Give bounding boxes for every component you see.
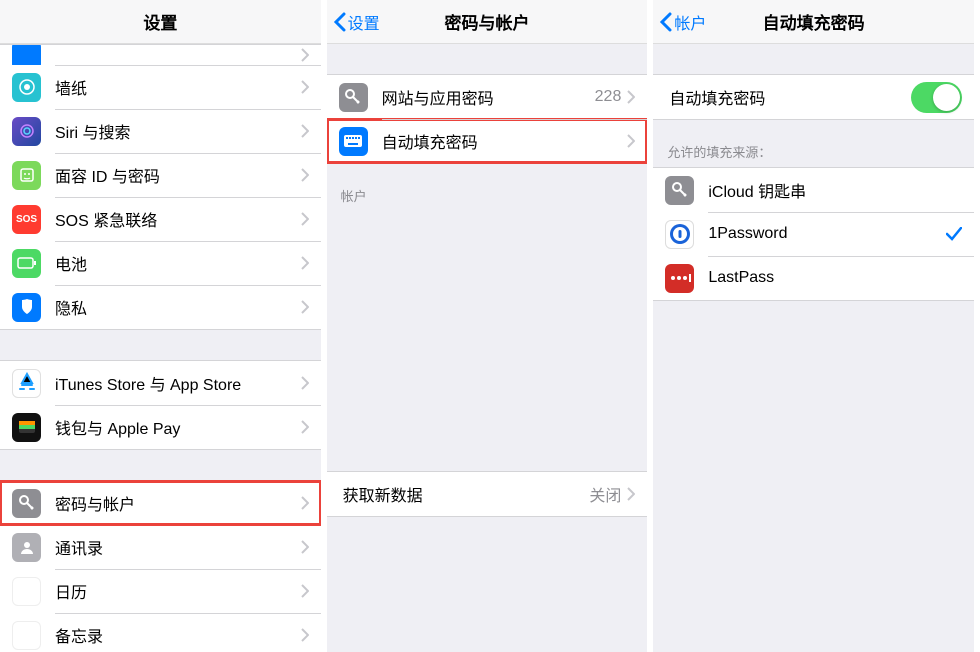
row-label: 电池 (55, 251, 301, 275)
wallet-icon (12, 413, 41, 442)
back-button[interactable]: 设置 (333, 10, 380, 34)
row-label: 日历 (55, 579, 301, 603)
row-label: 墙纸 (55, 75, 301, 99)
chevron-right-icon (301, 212, 309, 226)
navbar-settings: 设置 (0, 0, 321, 44)
row-sos[interactable]: SOS SOS 紧急联络 (0, 197, 321, 241)
sos-icon: SOS (12, 205, 41, 234)
row-provider-1password[interactable]: 1Password (653, 212, 974, 256)
row-wallpaper[interactable]: 墙纸 (0, 65, 321, 109)
wallpaper-icon (12, 73, 41, 102)
key-icon (665, 176, 694, 205)
group-autofill-toggle: 自动填充密码 (653, 74, 974, 120)
row-label: Siri 与搜索 (55, 119, 301, 143)
toggle-label: 自动填充密码 (669, 85, 911, 109)
row-autofill-toggle: 自动填充密码 (653, 75, 974, 119)
row-privacy[interactable]: 隐私 (0, 285, 321, 329)
privacy-icon (12, 293, 41, 322)
accounts-section-header: 帐户 (327, 164, 648, 211)
page-title: 密码与帐户 (445, 9, 530, 34)
row-contacts[interactable]: 通讯录 (0, 525, 321, 569)
group-password-options: 网站与应用密码 228 自动填充密码 (327, 74, 648, 164)
chevron-right-icon (301, 124, 309, 138)
lastpass-icon (665, 264, 694, 293)
appstore-icon (12, 369, 41, 398)
row-battery[interactable]: 电池 (0, 241, 321, 285)
row-label: 面容 ID 与密码 (55, 163, 301, 187)
row-passwords-accounts[interactable]: 密码与帐户 (0, 481, 321, 525)
chevron-right-icon (627, 134, 635, 148)
row-calendar[interactable]: 日历 (0, 569, 321, 613)
calendar-icon (12, 577, 41, 606)
chevron-right-icon (301, 628, 309, 642)
group-general: 墙纸 Siri 与搜索 面容 ID 与密码 SOS SOS 紧急联络 (0, 44, 321, 330)
faceid-icon (12, 161, 41, 190)
page-title: 设置 (143, 9, 177, 34)
row-fetch-data[interactable]: 获取新数据 关闭 (327, 472, 648, 516)
chevron-right-icon (301, 300, 309, 314)
group-fetch: 获取新数据 关闭 (327, 471, 648, 517)
row-itunes[interactable]: iTunes Store 与 App Store (0, 361, 321, 405)
chevron-right-icon (301, 584, 309, 598)
chevron-right-icon (301, 48, 309, 62)
group-accounts: 密码与帐户 通讯录 日历 备忘录 (0, 480, 321, 652)
row-faceid[interactable]: 面容 ID 与密码 (0, 153, 321, 197)
group-store: iTunes Store 与 App Store 钱包与 Apple Pay (0, 360, 321, 450)
row-label: LastPass (708, 269, 962, 287)
back-button[interactable]: 帐户 (659, 10, 706, 34)
key-icon (12, 489, 41, 518)
row-label: 1Password (708, 225, 946, 243)
chevron-right-icon (301, 376, 309, 390)
autofill-toggle[interactable] (911, 82, 962, 113)
row-wallet[interactable]: 钱包与 Apple Pay (0, 405, 321, 449)
checkmark-icon (946, 227, 962, 241)
chevron-right-icon (301, 420, 309, 434)
back-label: 设置 (348, 10, 380, 34)
row-siri[interactable]: Siri 与搜索 (0, 109, 321, 153)
chevron-right-icon (301, 540, 309, 554)
row-detail: 关闭 (589, 482, 621, 506)
row-truncated[interactable] (0, 45, 321, 65)
display-icon (12, 45, 41, 65)
battery-icon (12, 249, 41, 278)
row-label: 通讯录 (55, 535, 301, 559)
passwords-panel: 设置 密码与帐户 网站与应用密码 228 自动填充密码 帐户 (327, 0, 654, 652)
row-label: iCloud 钥匙串 (708, 178, 962, 202)
chevron-right-icon (627, 90, 635, 104)
navbar-passwords: 设置 密码与帐户 (327, 0, 648, 44)
row-label: 获取新数据 (343, 482, 590, 506)
chevron-right-icon (301, 496, 309, 510)
row-label: 网站与应用密码 (382, 85, 595, 109)
allow-from-header: 允许的填充来源： (653, 120, 974, 167)
onepassword-icon (665, 220, 694, 249)
chevron-right-icon (301, 80, 309, 94)
row-label: 备忘录 (55, 623, 301, 647)
notes-icon (12, 621, 41, 650)
chevron-right-icon (627, 487, 635, 501)
back-label: 帐户 (674, 10, 706, 34)
key-icon (339, 83, 368, 112)
row-website-passwords[interactable]: 网站与应用密码 228 (327, 75, 648, 119)
row-label: SOS 紧急联络 (55, 207, 301, 231)
keyboard-icon (339, 127, 368, 156)
row-label: 钱包与 Apple Pay (55, 415, 301, 439)
contacts-icon (12, 533, 41, 562)
row-provider-icloud[interactable]: iCloud 钥匙串 (653, 168, 974, 212)
chevron-right-icon (301, 168, 309, 182)
row-autofill-passwords[interactable]: 自动填充密码 (327, 119, 648, 163)
page-title: 自动填充密码 (763, 9, 865, 34)
row-label: 自动填充密码 (382, 129, 628, 153)
row-label: 密码与帐户 (55, 491, 301, 515)
group-providers: iCloud 钥匙串 1Password LastPass (653, 167, 974, 301)
siri-icon (12, 117, 41, 146)
row-label: iTunes Store 与 App Store (55, 371, 301, 395)
chevron-right-icon (301, 256, 309, 270)
row-label: 隐私 (55, 295, 301, 319)
row-detail: 228 (595, 88, 622, 106)
row-provider-lastpass[interactable]: LastPass (653, 256, 974, 300)
row-notes[interactable]: 备忘录 (0, 613, 321, 652)
navbar-autofill: 帐户 自动填充密码 (653, 0, 974, 44)
settings-panel: 设置 墙纸 Siri 与搜索 (0, 0, 327, 652)
autofill-panel: 帐户 自动填充密码 自动填充密码 允许的填充来源： iCloud 钥匙串 1 (653, 0, 980, 652)
